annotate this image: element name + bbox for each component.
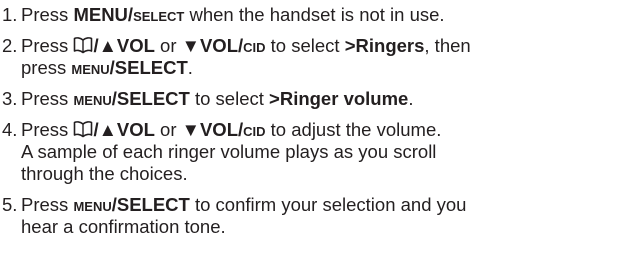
step-text-run: or [154,119,182,140]
step-number: 1. [2,4,18,25]
step-text-run: A sample of each ringer volume plays as … [21,141,437,162]
step-text-run: or [154,35,182,56]
step-text-run: Press [21,4,74,25]
step-text: Press MENU/select when the handset is no… [21,4,629,26]
step-text-run: through the choices. [21,163,188,184]
step-text-run: Press [21,88,74,109]
step-text: Press /▲VOL or ▼VOL/cid to adjust the vo… [21,119,629,185]
key-name: /SELECT [109,57,188,78]
step-text-run: Press [21,35,74,56]
key-name: >Ringers [344,35,425,56]
key-name: /SELECT [111,194,190,215]
step-line: Press /▲VOL or ▼VOL/cid to select >Ringe… [21,35,629,57]
step-text-run: . [408,88,414,109]
key-name-smallcaps: cid [243,119,266,140]
step-number: 4. [2,119,18,140]
key-name: /▲VOL [93,35,155,56]
key-name-smallcaps: cid [243,35,266,56]
instruction-steps: 1. Press MENU/select when the handset is… [0,0,629,258]
key-name: ▼VOL/ [181,119,244,140]
step-text-run: to confirm your selection and you [189,194,467,215]
step-line: Press menu/SELECT to select >Ringer volu… [21,88,629,110]
key-name-smallcaps: menu [71,57,110,78]
key-name: >Ringer volume [269,88,409,109]
key-name-smallcaps: menu [73,194,112,215]
step-text-run: Press [21,119,74,140]
step-text-run: . [187,57,193,78]
step-text-run: to select [189,88,270,109]
step-text-run: press [21,57,72,78]
step-line: hear a confirmation tone. [21,216,629,238]
key-name: /SELECT [111,88,190,109]
step-number: 5. [2,194,18,215]
step-line: Press /▲VOL or ▼VOL/cid to adjust the vo… [21,119,629,141]
step-text-run: to select [265,35,345,56]
phonebook-icon [73,36,93,54]
key-name-smallcaps: menu [73,88,112,109]
step-text-run: to adjust the volume. [265,119,442,140]
step-text: Press /▲VOL or ▼VOL/cid to select >Ringe… [21,35,629,79]
step-text-run: , then [424,35,471,56]
step-text: Press menu/SELECT to select >Ringer volu… [21,88,629,110]
step-number: 2. [2,35,18,56]
step-text-run: Press [21,194,74,215]
phonebook-icon [73,120,93,138]
step-text-run: hear a confirmation tone. [21,216,226,237]
step-line: Press MENU/select when the handset is no… [21,4,629,26]
key-name: ▼VOL/ [181,35,244,56]
step-line: A sample of each ringer volume plays as … [21,141,629,163]
step-text-run: when the handset is not in use. [184,4,445,25]
key-name-smallcaps: select [133,4,185,25]
step-text: Press menu/SELECT to confirm your select… [21,194,629,238]
step-line: through the choices. [21,163,629,185]
key-name: /▲VOL [93,119,155,140]
step-line: Press menu/SELECT to confirm your select… [21,194,629,216]
step-number: 3. [2,88,18,109]
key-name: MENU/ [73,4,134,25]
step-line: press menu/SELECT. [21,57,629,79]
